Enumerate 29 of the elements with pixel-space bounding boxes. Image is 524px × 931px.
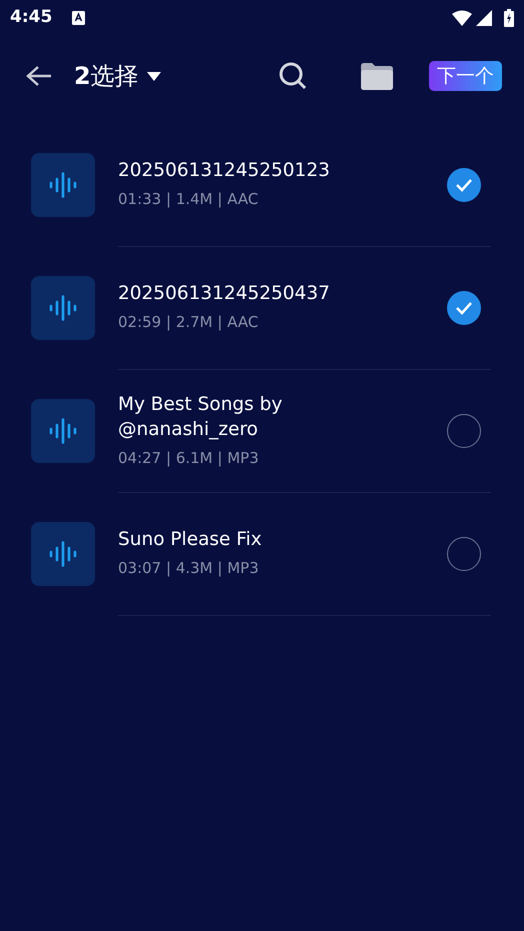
file-details: 01:33 | 1.4M | AAC	[118, 189, 260, 210]
select-checkbox[interactable]	[447, 168, 481, 202]
audio-wave-icon	[49, 541, 77, 567]
title: 2选择	[74, 61, 139, 92]
folder-icon[interactable]	[361, 62, 393, 90]
file-name: 202506131245250437	[118, 282, 331, 306]
battery-icon	[504, 9, 514, 27]
keyboard-notification-icon	[72, 11, 86, 25]
wifi-icon	[452, 10, 472, 26]
audio-wave-icon	[49, 295, 77, 321]
checkmark-icon	[455, 178, 473, 192]
file-details: 04:27 | 6.1M | MP3	[118, 448, 260, 469]
select-checkbox[interactable]	[447, 414, 481, 448]
select-checkbox[interactable]	[447, 537, 481, 571]
select-checkbox[interactable]	[447, 291, 481, 325]
dropdown-caret-icon[interactable]	[146, 72, 161, 80]
file-name: 202506131245250123	[118, 159, 331, 184]
search-icon[interactable]	[279, 62, 307, 90]
next-button[interactable]: 下一个	[429, 60, 502, 92]
file-details: 02:59 | 2.7M | AAC	[118, 312, 260, 334]
file-name: My Best Songs by @nanashi_zero	[118, 392, 284, 442]
checkmark-icon	[455, 301, 473, 315]
audio-wave-icon	[49, 418, 77, 444]
audio-wave-icon	[49, 172, 77, 198]
status-time: 4:45	[10, 6, 52, 30]
file-name: Suno Please Fix	[118, 528, 263, 552]
back-icon[interactable]	[26, 65, 52, 87]
file-details: 03:07 | 4.3M | MP3	[118, 558, 260, 580]
signal-icon	[476, 10, 492, 26]
